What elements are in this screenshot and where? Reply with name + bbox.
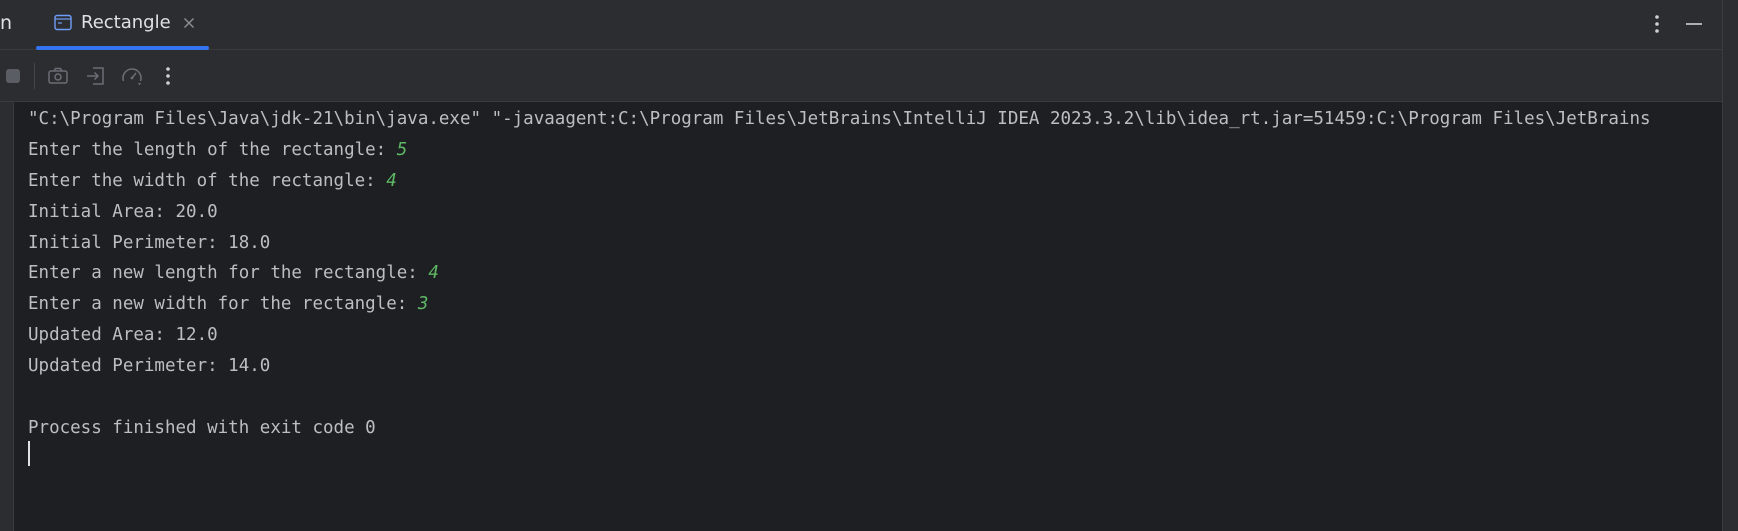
console-output[interactable]: "C:\Program Files\Java\jdk-21\bin\java.e… xyxy=(28,102,1718,531)
run-tool-window: n Rectangle "C:\Program Files\Java\jdk-2… xyxy=(0,0,1738,531)
console-line: Enter a new width for the rectangle: 3 xyxy=(28,289,428,319)
console-line: Initial Perimeter: 18.0 xyxy=(28,228,270,258)
console-line-text: Enter a new length for the rectangle: xyxy=(28,263,429,283)
console-line-text: Enter a new width for the rectangle: xyxy=(28,294,418,314)
console-window-icon xyxy=(54,14,72,31)
console-line-text: Updated Area: 12.0 xyxy=(28,325,218,345)
stop-icon[interactable] xyxy=(2,64,26,88)
speedometer-icon[interactable] xyxy=(120,64,144,88)
console-line: "C:\Program Files\Java\jdk-21\bin\java.e… xyxy=(28,104,1651,134)
run-panel-title-partial: n xyxy=(0,12,13,34)
left-gutter xyxy=(0,102,14,531)
console-line: Enter the length of the rectangle: 5 xyxy=(28,135,407,165)
minimize-icon[interactable] xyxy=(1683,14,1705,34)
console-line-text: Enter the width of the rectangle: xyxy=(28,171,387,191)
console-line-text: Updated Perimeter: 14.0 xyxy=(28,356,271,376)
console-line: Updated Perimeter: 14.0 xyxy=(28,351,270,381)
vertical-dots-icon[interactable] xyxy=(1648,12,1666,36)
console-user-input: 4 xyxy=(428,263,439,283)
console-user-input: 3 xyxy=(417,294,429,314)
run-tab-bar: n Rectangle xyxy=(0,0,1722,50)
text-cursor xyxy=(28,441,30,466)
vertical-scrollbar[interactable] xyxy=(1722,0,1738,531)
console-line-text: Initial Perimeter: 18.0 xyxy=(28,233,271,253)
console-line: Initial Area: 20.0 xyxy=(28,197,218,227)
camera-icon[interactable] xyxy=(46,64,70,88)
close-icon[interactable] xyxy=(181,15,197,31)
console-line: Process finished with exit code 0 xyxy=(28,413,376,443)
console-line-text: Process finished with exit code 0 xyxy=(28,418,376,438)
console-line-text: Enter the length of the rectangle: xyxy=(28,140,397,160)
console-user-input: 5 xyxy=(396,140,408,160)
run-toolbar xyxy=(0,50,1722,102)
console-line: Updated Area: 12.0 xyxy=(28,320,218,350)
tab-rectangle[interactable]: Rectangle xyxy=(36,0,209,50)
tab-label: Rectangle xyxy=(81,12,171,33)
import-icon[interactable] xyxy=(84,64,108,88)
console-user-input: 4 xyxy=(386,171,397,191)
console-line-text: Initial Area: 20.0 xyxy=(28,202,218,222)
toolbar-separator xyxy=(34,63,35,89)
console-line: Enter the width of the rectangle: 4 xyxy=(28,166,397,196)
vertical-dots-icon[interactable] xyxy=(156,64,180,88)
console-line-text: "C:\Program Files\Java\jdk-21\bin\java.e… xyxy=(28,109,1651,129)
console-line: Enter a new length for the rectangle: 4 xyxy=(28,258,439,288)
